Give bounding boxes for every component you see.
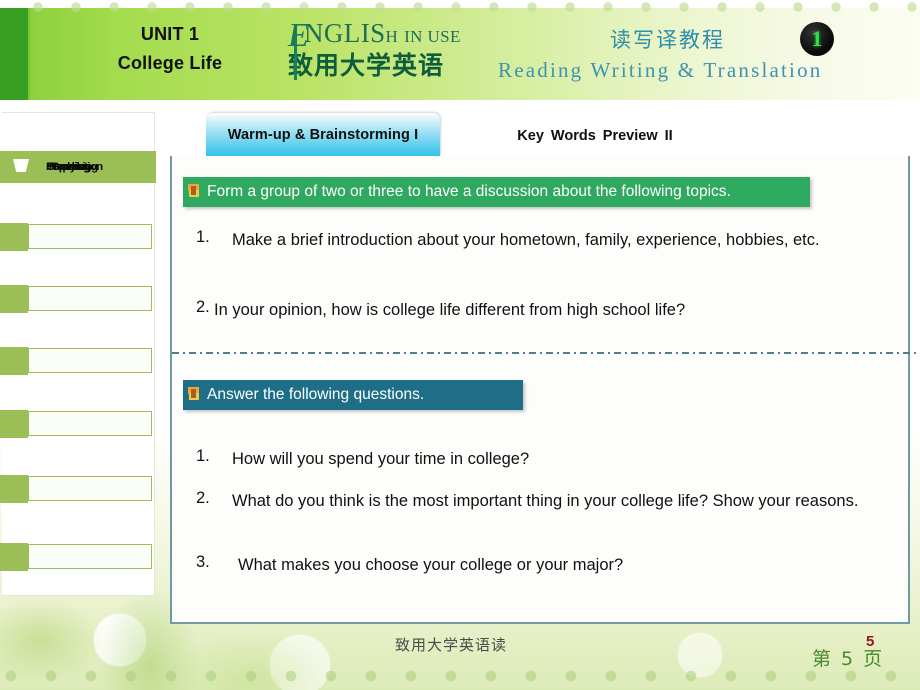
note-icon (187, 183, 201, 199)
sidebar-chip-3 (0, 347, 28, 375)
cup-icon (10, 159, 32, 175)
sidebar-box-1 (28, 224, 152, 249)
logo-en-s: S (370, 18, 386, 48)
slide-canvas: UNIT 1 College Life E NGLISH IN USE 致用大学英… (0, 0, 920, 690)
sidebar-box-4 (28, 411, 152, 436)
sidebar-item-6[interactable] (0, 543, 156, 571)
question-3-text: What makes you choose your college or yo… (238, 556, 624, 574)
logo-en-h: H (385, 27, 399, 46)
logo-chinese-text: 致用大学英语 (288, 51, 445, 80)
page-title: UNIT 1 College Life (70, 20, 270, 78)
sidebar: Preparation Reading Speaking Studying (0, 112, 156, 596)
sidebar-box-6 (28, 544, 152, 569)
question-2-number: 2. (196, 489, 210, 507)
sidebar-chip-2 (0, 285, 28, 313)
footer-dot-texture (0, 668, 920, 686)
topic-1-number: 1. (196, 228, 210, 246)
unit-badge: 1 (800, 22, 834, 56)
course-logo: E NGLISH IN USE 致用大学英语 (288, 19, 498, 81)
question-1-number: 1. (196, 447, 210, 465)
topic-2-number: 2. (196, 298, 210, 316)
question-3-number: 3. (196, 553, 210, 571)
sidebar-chip-1 (0, 223, 28, 251)
topic-2-text: In your opinion, how is college life dif… (214, 301, 686, 319)
tab-key-words-preview[interactable]: Key Words Preview II (470, 113, 720, 157)
header-dot-texture (28, 0, 920, 20)
instruction-banner-answer-label: Answer the following questions. (207, 386, 425, 403)
instruction-banner-discussion-label: Form a group of two or three to have a d… (207, 183, 731, 200)
logo-en-inuse: IN USE (404, 27, 461, 46)
section-divider (172, 352, 918, 354)
tab-warmup-brainstorming[interactable]: Warm-up & Brainstorming I (206, 113, 440, 157)
sidebar-chip-4 (0, 410, 28, 438)
instruction-banner-discussion: Form a group of two or three to have a d… (183, 177, 810, 207)
unit-name: College Life (117, 53, 223, 73)
note-icon (187, 386, 201, 402)
sidebar-label-overlap-4: Studying (47, 161, 91, 173)
sidebar-item-2[interactable] (0, 285, 156, 313)
unit-number: UNIT 1 (140, 24, 200, 44)
sidebar-box-5 (28, 476, 152, 501)
logo-english-text: E NGLISH IN USE (288, 19, 498, 53)
sidebar-box-3 (28, 348, 152, 373)
sidebar-item-4[interactable] (0, 410, 156, 438)
sidebar-chip-5 (0, 475, 28, 503)
footer-book-title: 致用大学英语读 (395, 636, 508, 654)
page-label: 第 5 页 (812, 648, 885, 670)
question-1-text: How will you spend your time in college? (232, 450, 530, 468)
course-subtitle-english: Reading Writing & Translation (498, 58, 823, 82)
course-subtitle-chinese: 读写译教程 (610, 28, 725, 52)
tab-bar: Warm-up & Brainstorming I Key Words Prev… (170, 113, 910, 157)
header-accent-bar (0, 8, 28, 100)
sidebar-box-2 (28, 286, 152, 311)
sidebar-item-1[interactable] (0, 223, 156, 251)
tab-warmup-brainstorming-label: Warm-up & Brainstorming I (227, 127, 419, 143)
logo-en-rest: NGLI (304, 18, 371, 48)
sidebar-item-3[interactable] (0, 347, 156, 375)
topic-1-text: Make a brief introduction about your hom… (232, 231, 820, 249)
instruction-banner-answer: Answer the following questions. (183, 380, 523, 410)
sidebar-item-header-label: Preparation Reading Speaking Studying (46, 158, 154, 176)
sidebar-item-header[interactable]: Preparation Reading Speaking Studying (0, 151, 156, 183)
logo-letter-e: E (288, 17, 310, 54)
sidebar-chip-6 (0, 543, 28, 571)
question-2-text: What do you think is the most important … (232, 492, 859, 510)
sidebar-item-5[interactable] (0, 475, 156, 503)
